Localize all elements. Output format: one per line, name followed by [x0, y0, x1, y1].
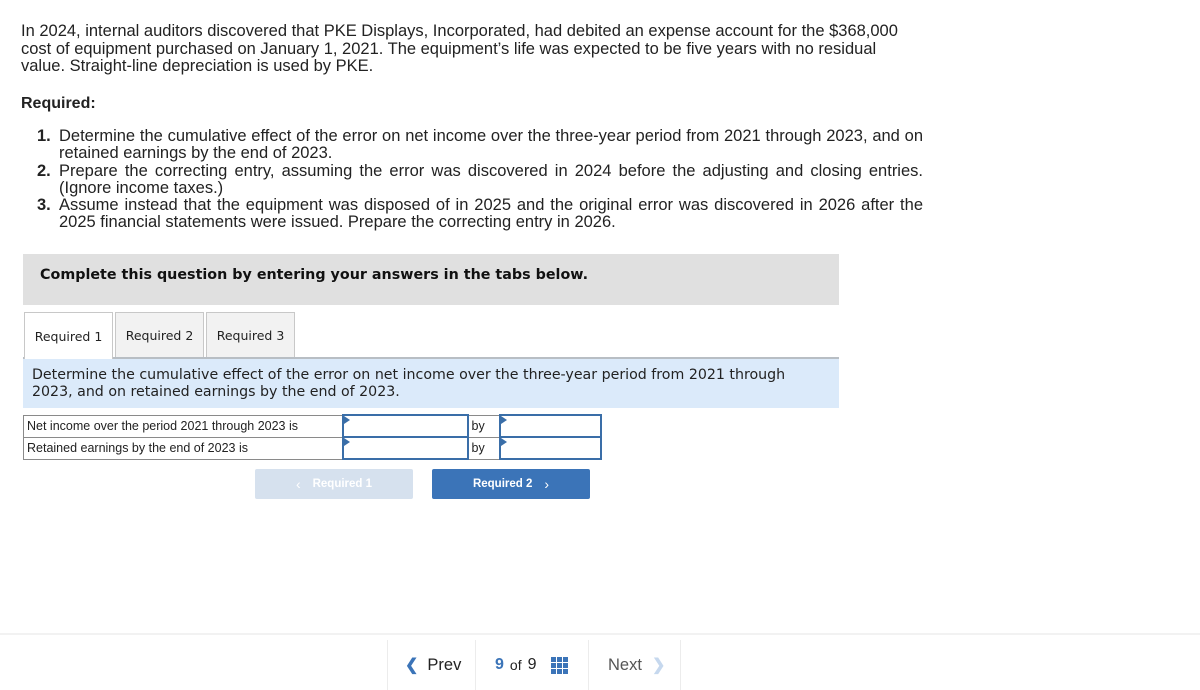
- footer-divider: [0, 633, 1200, 635]
- chevron-left-icon: ❮: [405, 657, 419, 674]
- tab-required-3[interactable]: Required 3: [206, 312, 295, 358]
- by-label: by: [467, 414, 500, 438]
- requirement-number: 1.: [37, 127, 51, 145]
- requirement-item: 1. Determine the cumulative effect of th…: [37, 127, 923, 163]
- question-pager: ❮ Prev 9 of 9 Next ❯: [387, 640, 681, 690]
- problem-intro: In 2024, internal auditors discovered th…: [21, 22, 898, 75]
- effect-direction-cell: [341, 436, 469, 460]
- row-label: Retained earnings by the end of 2023 is: [23, 436, 343, 460]
- retained-earnings-amount-input[interactable]: [500, 439, 600, 457]
- effect-direction-cell: [341, 414, 469, 438]
- requirement-item: 3. Assume instead that the equipment was…: [37, 197, 923, 232]
- requirement-text: Prepare the correcting entry, assuming t…: [59, 161, 923, 197]
- input-flag-icon: [500, 416, 507, 424]
- required-heading: Required:: [21, 95, 96, 112]
- requirement-text: Determine the cumulative effect of the e…: [59, 127, 923, 163]
- requirement-number: 2.: [37, 161, 51, 180]
- next-label: Next: [608, 655, 642, 674]
- tab-required-2[interactable]: Required 2: [115, 312, 204, 358]
- dropdown-flag-icon: [343, 416, 350, 424]
- previous-required-button[interactable]: ‹ Required 1: [255, 469, 413, 499]
- table-row: Net income over the period 2021 through …: [23, 414, 602, 438]
- retained-earnings-effect-input[interactable]: [343, 439, 467, 457]
- dropdown-flag-icon: [343, 438, 350, 446]
- previous-required-label: Required 1: [312, 478, 373, 490]
- prev-label: Prev: [427, 655, 462, 674]
- by-label: by: [467, 436, 500, 460]
- requirements-list: 1. Determine the cumulative effect of th…: [37, 127, 923, 232]
- tab-required-1[interactable]: Required 1: [24, 312, 113, 359]
- input-flag-icon: [500, 438, 507, 446]
- instruction-banner: Complete this question by entering your …: [23, 254, 839, 305]
- next-question-button[interactable]: Next ❯: [588, 640, 681, 690]
- next-required-label: Required 2: [472, 478, 533, 490]
- requirement-number: 3.: [37, 196, 51, 215]
- prev-question-button[interactable]: ❮ Prev: [387, 640, 475, 690]
- current-question-number: 9: [495, 656, 504, 673]
- tab-bar: Required 1 Required 2 Required 3: [24, 312, 297, 359]
- row-label: Net income over the period 2021 through …: [23, 414, 343, 438]
- of-label: of: [509, 657, 522, 673]
- net-income-effect-input[interactable]: [343, 417, 467, 435]
- question-grid-icon[interactable]: [550, 656, 568, 674]
- total-questions: 9: [527, 656, 537, 673]
- question-counter: 9 of 9: [475, 640, 588, 690]
- requirement-item: 2. Prepare the correcting entry, assumin…: [37, 161, 923, 198]
- requirement-text: Assume instead that the equipment was di…: [59, 196, 923, 232]
- amount-cell: [498, 414, 602, 438]
- chevron-right-icon: ›: [544, 476, 550, 492]
- net-income-amount-input[interactable]: [500, 417, 600, 435]
- next-required-button[interactable]: Required 2 ›: [432, 469, 590, 499]
- instruction-text: Complete this question by entering your …: [40, 267, 589, 283]
- tab-prompt: Determine the cumulative effect of the e…: [23, 359, 839, 408]
- chevron-right-icon: ❯: [651, 657, 666, 674]
- amount-cell: [498, 436, 602, 460]
- table-row: Retained earnings by the end of 2023 is …: [23, 436, 602, 460]
- chevron-left-icon: ‹: [295, 476, 301, 492]
- answer-table: Net income over the period 2021 through …: [23, 414, 602, 460]
